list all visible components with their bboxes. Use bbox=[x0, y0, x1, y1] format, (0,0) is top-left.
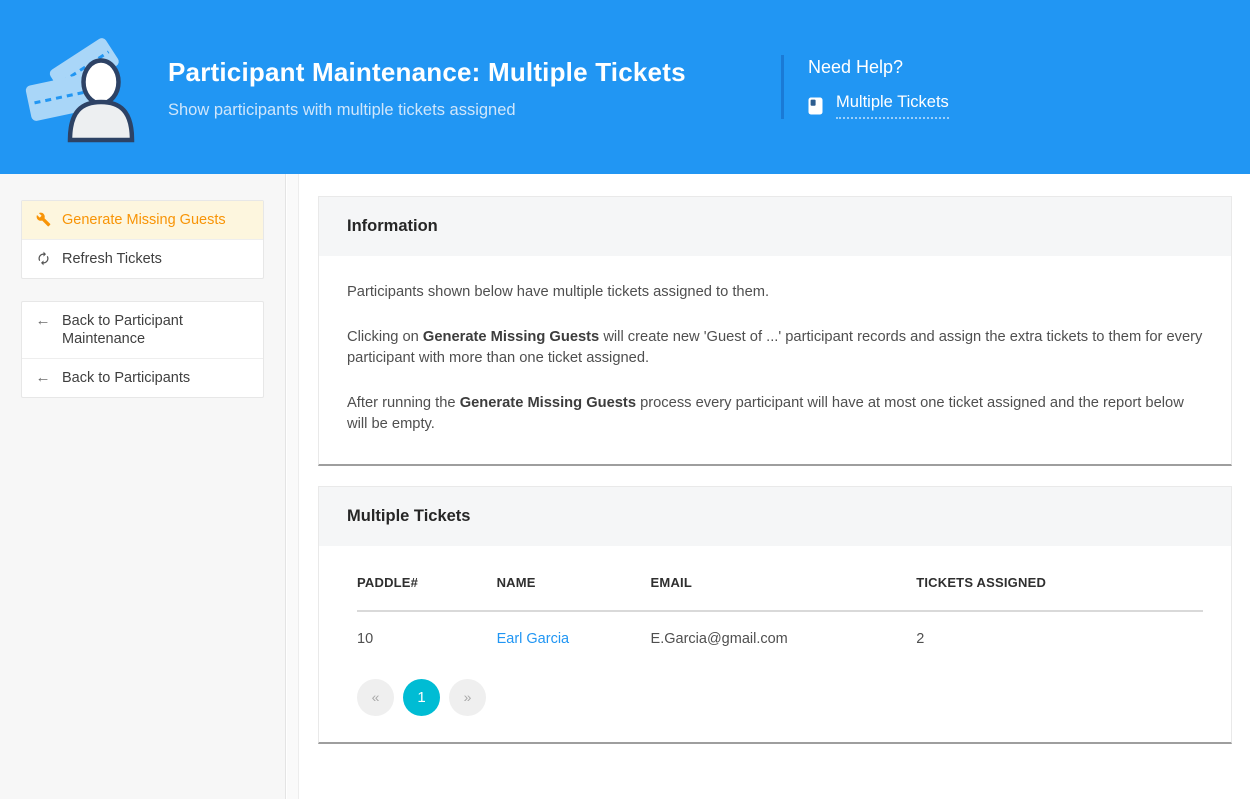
multiple-tickets-panel: Multiple Tickets PADDLE#NAMEEMAILTICKETS… bbox=[318, 486, 1232, 744]
sidebar-item-generate-missing-guests[interactable]: Generate Missing Guests bbox=[22, 201, 263, 239]
app-logo bbox=[0, 31, 168, 143]
table-cell: Earl Garcia bbox=[497, 611, 651, 658]
sidebar-item-label: Back to Participants bbox=[62, 369, 190, 387]
info-paragraph: After running the Generate Missing Guest… bbox=[347, 393, 1203, 435]
page-subtitle: Show participants with multiple tickets … bbox=[168, 101, 781, 120]
multiple-tickets-table: PADDLE#NAMEEMAILTICKETS ASSIGNED 10Earl … bbox=[357, 570, 1203, 657]
table-cell: 2 bbox=[916, 611, 1203, 658]
information-panel: Information Participants shown below hav… bbox=[318, 196, 1232, 466]
table-body: 10Earl Garcia E.Garcia@gmail.com2 bbox=[357, 611, 1203, 658]
pagination-next-button[interactable]: » bbox=[449, 679, 486, 716]
page-title: Participant Maintenance: Multiple Ticket… bbox=[168, 57, 781, 88]
page-header: Participant Maintenance: Multiple Ticket… bbox=[0, 0, 1250, 174]
participant-link[interactable]: Earl Garcia bbox=[497, 631, 570, 647]
refresh-icon bbox=[35, 251, 51, 266]
sidebar-gutter bbox=[287, 174, 299, 799]
table-cell: 10 bbox=[357, 611, 497, 658]
table-cell: E.Garcia@gmail.com bbox=[651, 611, 917, 658]
need-help-heading: Need Help? bbox=[808, 57, 1250, 78]
multiple-tickets-panel-body: PADDLE#NAMEEMAILTICKETS ASSIGNED 10Earl … bbox=[319, 546, 1231, 742]
pagination-pages: 1 bbox=[403, 679, 440, 716]
sidebar-nav-group: ← Back to Participant Maintenance ← Back… bbox=[21, 301, 264, 398]
help-link-multiple-tickets[interactable]: Multiple Tickets bbox=[836, 93, 949, 119]
wrench-icon bbox=[35, 212, 51, 227]
sidebar-action-group: Generate Missing Guests Refresh Tickets bbox=[21, 200, 264, 279]
sidebar-item-refresh-tickets[interactable]: Refresh Tickets bbox=[22, 239, 263, 278]
title-block: Participant Maintenance: Multiple Ticket… bbox=[168, 55, 781, 120]
pagination: « 1 » bbox=[357, 679, 1203, 716]
pagination-page-button[interactable]: 1 bbox=[403, 679, 440, 716]
table-column-header: NAME bbox=[497, 570, 651, 610]
arrow-left-icon: ← bbox=[35, 313, 51, 329]
table-column-header: TICKETS ASSIGNED bbox=[916, 570, 1203, 610]
info-paragraph: Clicking on Generate Missing Guests will… bbox=[347, 327, 1203, 369]
multiple-tickets-panel-title: Multiple Tickets bbox=[319, 487, 1231, 546]
sidebar-item-label: Generate Missing Guests bbox=[62, 211, 226, 229]
table-column-header: EMAIL bbox=[651, 570, 917, 610]
book-icon bbox=[808, 97, 823, 115]
sidebar-item-label: Back to Participant Maintenance bbox=[62, 312, 250, 348]
information-panel-title: Information bbox=[319, 197, 1231, 256]
pagination-prev-button[interactable]: « bbox=[357, 679, 394, 716]
table-column-header: PADDLE# bbox=[357, 570, 497, 610]
table-header-row: PADDLE#NAMEEMAILTICKETS ASSIGNED bbox=[357, 570, 1203, 610]
info-paragraphs: Participants shown below have multiple t… bbox=[319, 256, 1231, 464]
need-help-block: Need Help? Multiple Tickets bbox=[781, 55, 1250, 119]
tickets-person-logo-icon bbox=[22, 31, 146, 143]
sidebar-content: Generate Missing Guests Refresh Tickets … bbox=[0, 174, 286, 398]
arrow-left-icon: ← bbox=[35, 370, 51, 386]
sidebar-item-back-to-participants[interactable]: ← Back to Participants bbox=[22, 358, 263, 397]
table-row: 10Earl Garcia E.Garcia@gmail.com2 bbox=[357, 611, 1203, 658]
sidebar-item-back-to-participant-maintenance[interactable]: ← Back to Participant Maintenance bbox=[22, 302, 263, 358]
main-content: Information Participants shown below hav… bbox=[300, 174, 1250, 744]
sidebar-item-label: Refresh Tickets bbox=[62, 250, 162, 268]
info-paragraph: Participants shown below have multiple t… bbox=[347, 282, 1203, 303]
